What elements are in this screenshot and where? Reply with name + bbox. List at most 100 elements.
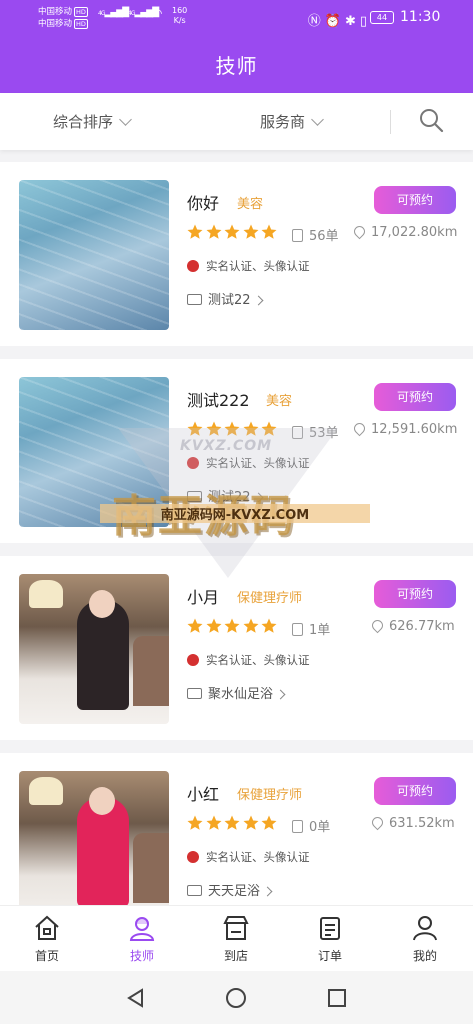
technician-name: 你好	[187, 194, 220, 213]
chevron-right-icon	[253, 295, 263, 306]
technician-category: 美容	[237, 197, 264, 212]
sort-filter[interactable]: 综合排序	[53, 111, 132, 132]
verification-text: 实名认证、头像认证	[206, 456, 310, 470]
technician-card[interactable]: 测试222 美容 可预约 53单 12,591.60km 实名认证、头像认证 测…	[0, 359, 473, 543]
tab-label: 技师	[129, 949, 154, 963]
speed-value: 160	[172, 6, 188, 15]
store-icon	[187, 885, 202, 896]
distance-text: 12,591.60km	[371, 422, 458, 437]
tab-orders[interactable]: 订单	[300, 914, 360, 964]
home-nav-icon[interactable]	[225, 987, 247, 1009]
book-button[interactable]: 可预约	[374, 580, 456, 608]
star-icon	[206, 618, 221, 633]
verified-badge-icon	[187, 457, 199, 469]
distance: 626.77km	[369, 617, 455, 634]
shop-link[interactable]: 测试22	[187, 486, 263, 505]
order-count-text: 56单	[309, 229, 339, 244]
verification: 实名认证、头像认证	[187, 849, 310, 865]
shop-name: 测试22	[208, 490, 251, 505]
home-icon	[35, 915, 59, 940]
book-button[interactable]: 可预约	[374, 383, 456, 411]
shop-link[interactable]: 聚水仙足浴	[187, 683, 286, 702]
shop-name: 天天足浴	[208, 884, 261, 899]
filter-bar: 综合排序 服务商	[0, 93, 473, 150]
technician-card[interactable]: 你好 美容 可预约 56单 17,022.80km 实名认证、头像认证 测试22	[0, 162, 473, 346]
app-header: 中国移动 HD 中国移动 HD 4G▂▄▆█ 4G▂▄▆█ ◠ 160 K/s Ⓝ⏰…	[0, 0, 473, 93]
back-icon[interactable]	[125, 987, 147, 1009]
system-icons: Ⓝ⏰✱▯	[308, 10, 371, 29]
chevron-down-icon	[311, 113, 324, 126]
star-icon	[206, 815, 221, 830]
order-count: 53单	[292, 422, 339, 441]
tab-label: 我的	[412, 949, 437, 963]
status-bar: 中国移动 HD 中国移动 HD 4G▂▄▆█ 4G▂▄▆█ ◠ 160 K/s Ⓝ⏰…	[0, 0, 473, 34]
tab-label: 首页	[34, 949, 59, 963]
network-type: 4G	[128, 10, 136, 17]
chevron-right-icon	[262, 886, 273, 897]
technician-category: 保健理疗师	[237, 788, 303, 803]
bluetooth-icon: ✱	[344, 14, 360, 29]
star-icon	[261, 618, 277, 633]
order-count-text: 53单	[309, 426, 339, 441]
rating-stars	[186, 814, 279, 836]
shop-name: 测试22	[208, 293, 251, 308]
star-icon	[243, 618, 258, 633]
technician-photo	[19, 180, 169, 330]
store-icon	[187, 688, 202, 699]
hd-badge: HD	[74, 19, 88, 29]
order-count: 56单	[292, 225, 339, 244]
distance: 17,022.80km	[351, 223, 457, 240]
tab-label: 到店	[223, 949, 248, 963]
star-icon	[261, 815, 277, 830]
system-nav-bar	[0, 971, 473, 1024]
location-pin-icon	[351, 223, 368, 240]
wifi-icon: ◠	[152, 6, 163, 20]
book-button[interactable]: 可预约	[374, 777, 456, 805]
order-count: 1单	[292, 619, 330, 638]
star-icon	[206, 421, 221, 436]
clipboard-icon	[292, 426, 303, 439]
tab-profile[interactable]: 我的	[395, 914, 455, 964]
star-icon	[243, 224, 258, 239]
tab-store[interactable]: 到店	[206, 914, 266, 964]
page-title: 技师	[215, 54, 258, 78]
speed-unit: K/s	[173, 16, 186, 25]
recents-icon[interactable]	[326, 987, 348, 1009]
chevron-right-icon	[275, 689, 286, 700]
star-icon	[224, 815, 240, 830]
shop-link[interactable]: 天天足浴	[187, 880, 273, 899]
divider	[390, 110, 391, 134]
carrier-info: 中国移动 HD 中国移动 HD	[38, 6, 88, 30]
chevron-right-icon	[253, 492, 263, 503]
verification: 实名认证、头像认证	[187, 652, 310, 668]
profile-icon	[413, 916, 437, 941]
technician-category: 保健理疗师	[237, 591, 303, 606]
technician-card[interactable]: 小红 保健理疗师 可预约 0单 631.52km 实名认证、头像认证 天天足浴	[0, 753, 473, 905]
star-icon	[261, 421, 277, 436]
search-icon[interactable]	[418, 107, 444, 133]
location-pin-icon	[351, 420, 368, 437]
location-pin-icon	[369, 814, 386, 831]
nfc-icon: Ⓝ	[307, 14, 325, 29]
signal-icon: 4G▂▄▆█	[98, 8, 129, 18]
star-icon	[243, 815, 258, 830]
star-icon	[261, 224, 277, 239]
store-icon	[187, 294, 202, 305]
star-icon	[224, 618, 240, 633]
rating-stars	[186, 223, 279, 245]
verification-text: 实名认证、头像认证	[206, 653, 310, 667]
provider-filter[interactable]: 服务商	[260, 111, 324, 132]
store-icon	[187, 491, 202, 502]
shop-link[interactable]: 测试22	[187, 289, 263, 308]
star-icon	[243, 421, 258, 436]
star-icon	[224, 421, 240, 436]
verified-badge-icon	[187, 260, 199, 272]
book-button[interactable]: 可预约	[374, 186, 456, 214]
tab-home[interactable]: 首页	[17, 914, 77, 964]
battery-level: 44	[376, 13, 388, 22]
technician-card[interactable]: 小月 保健理疗师 可预约 1单 626.77km 实名认证、头像认证 聚水仙足浴	[0, 556, 473, 740]
verification: 实名认证、头像认证	[187, 258, 310, 274]
star-icon	[187, 815, 203, 830]
tab-technician[interactable]: 技师	[112, 914, 172, 964]
verification-text: 实名认证、头像认证	[206, 259, 310, 273]
